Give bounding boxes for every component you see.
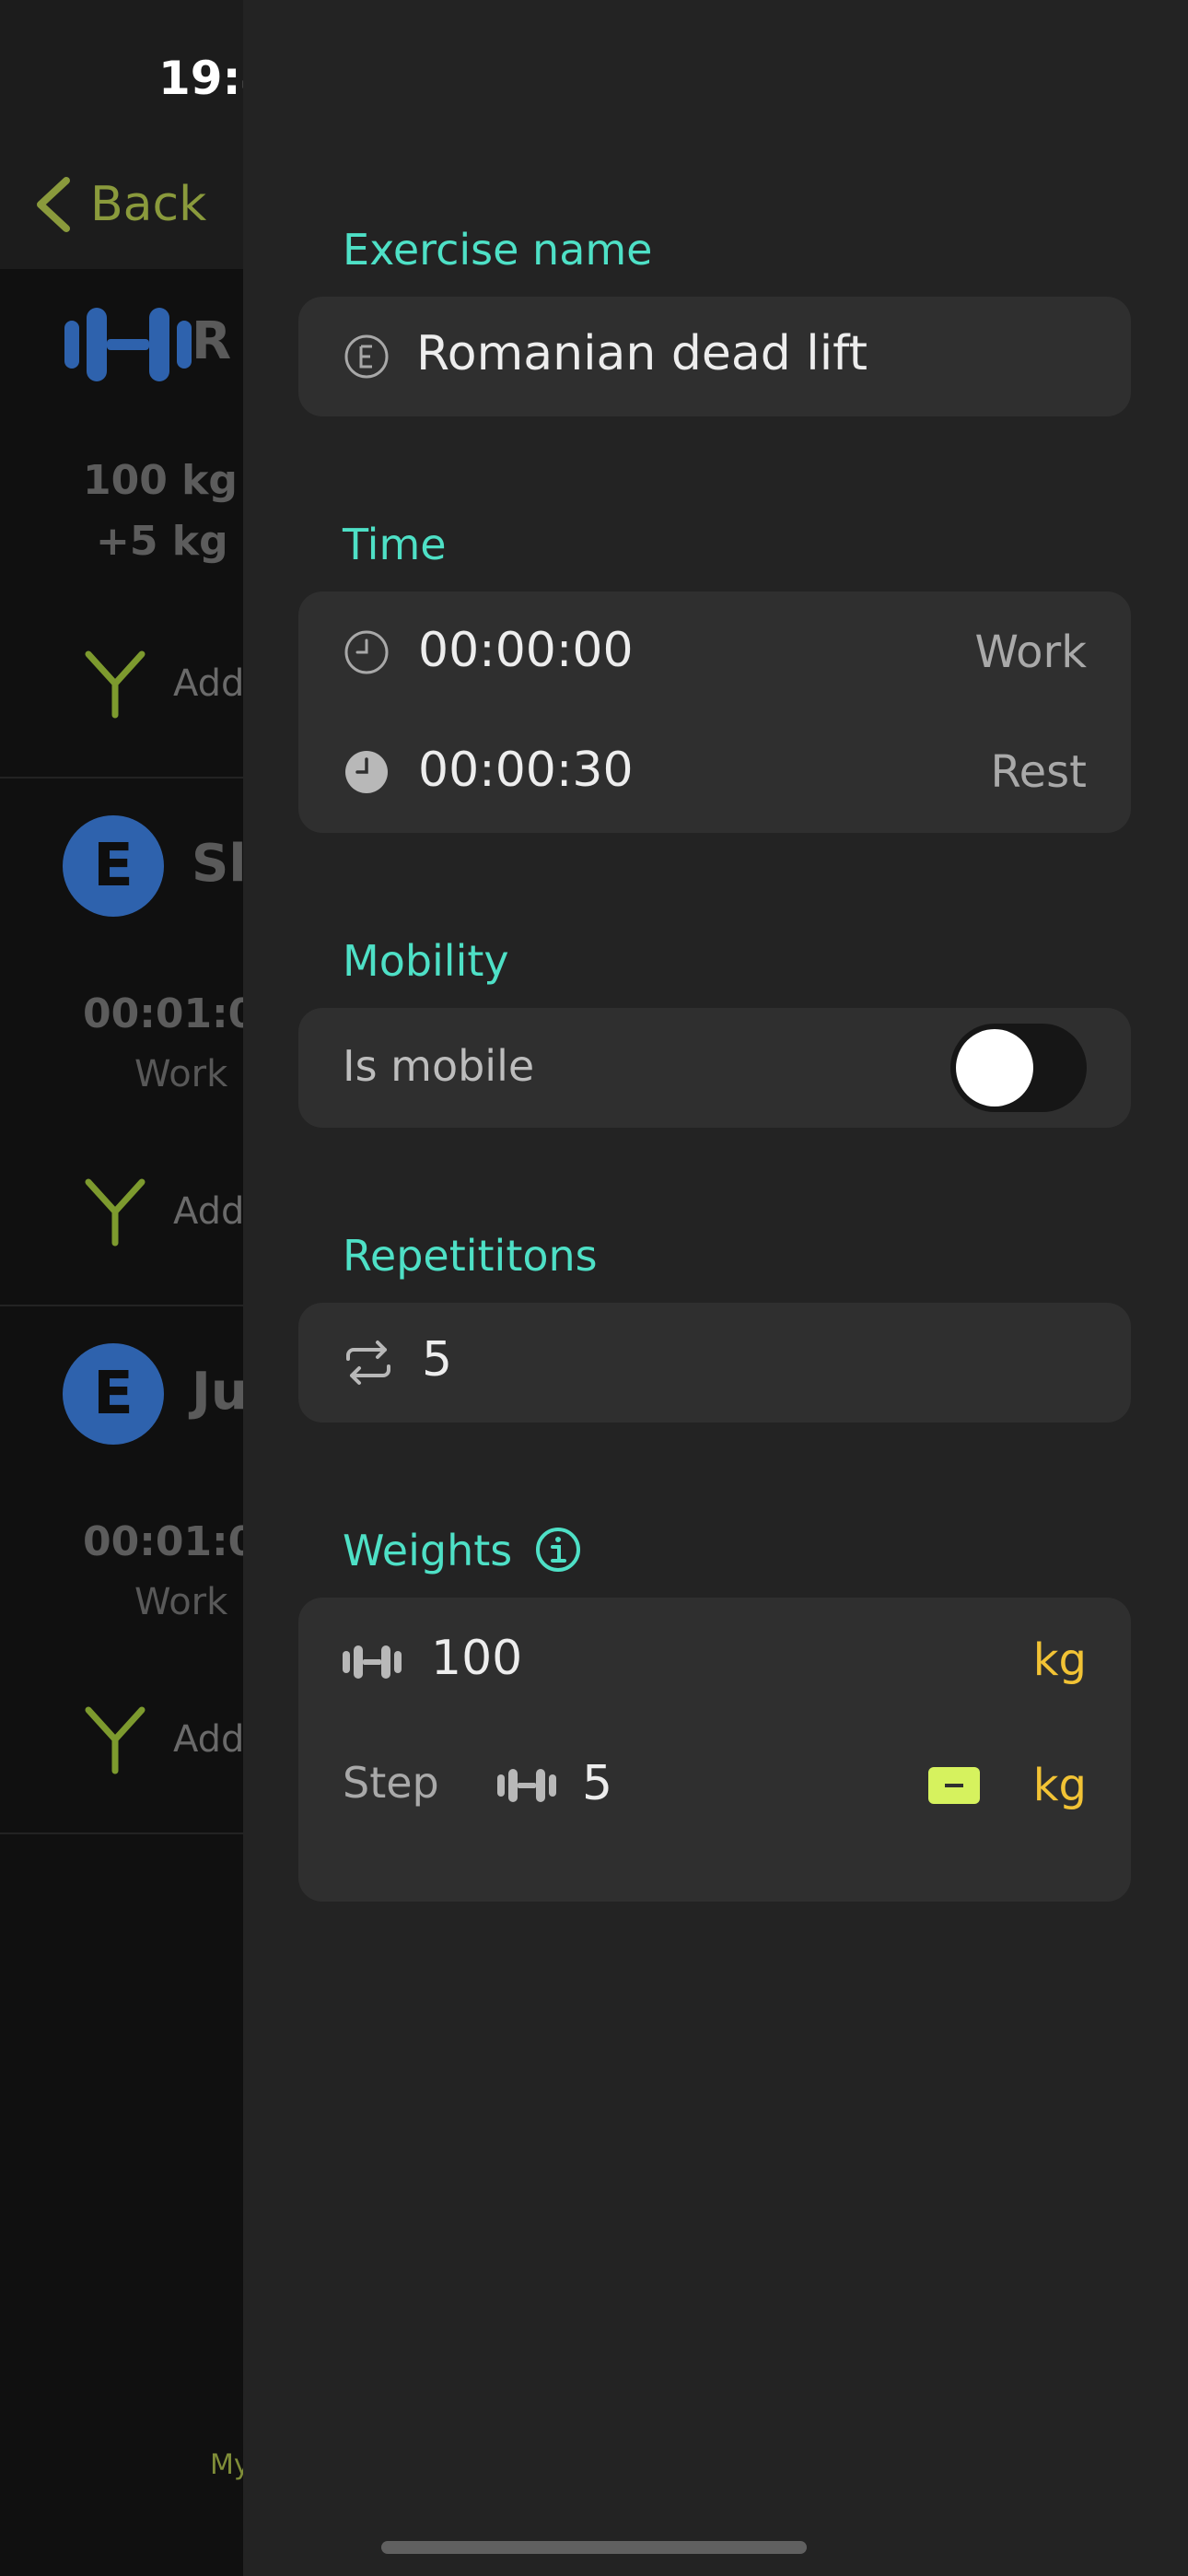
exercise-title: Sl: [192, 834, 247, 894]
weight-unit: kg: [1032, 1634, 1087, 1686]
add-label: Add: [173, 1718, 245, 1761]
exercise-name-input[interactable]: Romanian dead lift: [416, 326, 868, 381]
home-indicator: [381, 2541, 807, 2554]
add-label: Add: [173, 1190, 245, 1233]
branch-icon: [85, 650, 146, 719]
branch-icon: [85, 1178, 146, 1247]
repetitions-label: Repetititons: [343, 1231, 598, 1281]
back-button[interactable]: Back: [33, 175, 206, 234]
add-button[interactable]: Add: [83, 649, 244, 719]
dumbbell-icon: [64, 308, 192, 381]
time-value: 00:01:0: [83, 1518, 257, 1565]
add-button[interactable]: Add: [83, 1177, 244, 1247]
time-label: Work: [134, 1581, 228, 1623]
exercise-name-card: Romanian dead lift: [298, 297, 1131, 416]
exercise-letter-icon: [344, 334, 389, 379]
dumbbell-icon: [497, 1769, 556, 1802]
rest-time-value: 00:00:30: [418, 743, 634, 798]
weight-step: +5 kg: [96, 518, 228, 565]
step-row: Step 5 kg: [298, 1727, 1131, 1902]
add-label: Add: [173, 662, 245, 705]
step-input[interactable]: 5: [582, 1756, 612, 1811]
info-icon[interactable]: [534, 1526, 582, 1574]
repetitions-input[interactable]: 5: [422, 1332, 452, 1388]
time-card: 00:00:00 Work 00:00:30 Rest: [298, 591, 1131, 833]
weight-input[interactable]: 100: [431, 1631, 522, 1686]
clock-filled-icon: [345, 751, 388, 793]
dumbbell-icon: [343, 1645, 402, 1679]
step-unit: kg: [1032, 1760, 1087, 1811]
toggle-knob: [956, 1029, 1033, 1107]
weight-value: 100 kg: [83, 457, 238, 504]
time-value: 00:01:0: [83, 990, 257, 1037]
branch-icon: [85, 1706, 146, 1774]
back-label: Back: [90, 177, 207, 232]
avatar: E: [63, 815, 164, 917]
avatar: E: [63, 1343, 164, 1445]
is-mobile-toggle[interactable]: [950, 1024, 1087, 1112]
exercise-title: Ju: [192, 1362, 248, 1422]
exercise-name-label: Exercise name: [343, 225, 653, 275]
rest-time-row[interactable]: 00:00:30 Rest: [298, 713, 1131, 833]
work-time-row[interactable]: 00:00:00 Work: [298, 591, 1131, 713]
weights-label: Weights: [343, 1526, 513, 1575]
time-label: Time: [343, 520, 447, 569]
mobility-card: Is mobile: [298, 1008, 1131, 1128]
work-label: Work: [974, 626, 1087, 678]
is-mobile-label: Is mobile: [343, 1041, 535, 1091]
clock-outline-icon: [344, 630, 389, 674]
repeat-icon: [346, 1341, 390, 1385]
exercise-title: R: [192, 311, 232, 371]
weight-row[interactable]: 100 kg: [298, 1598, 1131, 1727]
chevron-left-icon: [37, 177, 70, 232]
decrement-step-button[interactable]: [928, 1767, 980, 1804]
weights-card: 100 kg Step 5 kg: [298, 1598, 1131, 1902]
mobility-label: Mobility: [343, 936, 509, 986]
repetitions-card: 5: [298, 1303, 1131, 1423]
step-label: Step: [343, 1758, 439, 1808]
time-label: Work: [134, 1053, 228, 1095]
add-button[interactable]: Add: [83, 1704, 244, 1774]
rest-label: Rest: [990, 746, 1087, 798]
work-time-value: 00:00:00: [418, 623, 634, 678]
